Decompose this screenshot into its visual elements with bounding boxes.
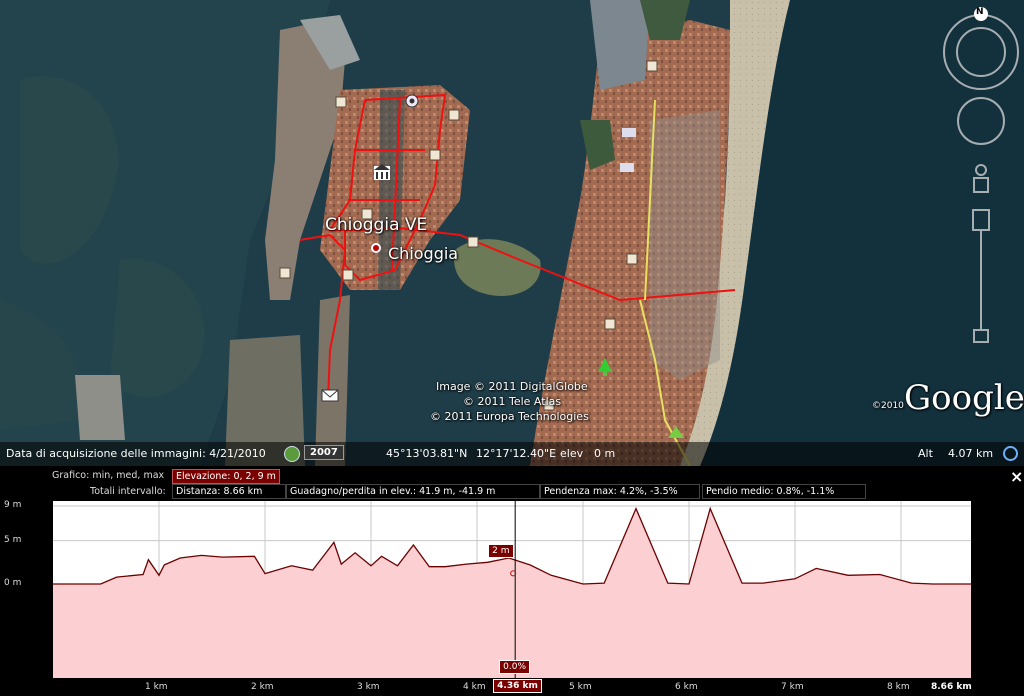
x-tick-label: 4 km <box>463 682 486 692</box>
cursor-distance-tag: 4.36 km <box>493 679 542 693</box>
elevation-label: elev <box>560 447 584 460</box>
copyright-2: © 2011 Tele Atlas <box>463 395 562 408</box>
elevation-profile-panel: Grafico: min, med, max Elevazione: 0, 2,… <box>0 466 1024 696</box>
y-tick-label: 5 m <box>4 534 22 545</box>
mail-icon <box>321 389 339 402</box>
cursor-elevation-tag: 2 m <box>488 544 514 559</box>
x-tick-label: 2 km <box>251 682 274 692</box>
x-tick-label: 8.66 km <box>931 682 972 692</box>
place-label-chioggia-ve[interactable]: Chioggia VE <box>325 215 427 235</box>
elevation-readout: 0 m <box>594 447 616 460</box>
cursor-slope-tag: 0.0% <box>499 660 531 674</box>
imagery-year[interactable]: 2007 <box>304 445 344 460</box>
x-tick-label: 1 km <box>145 682 168 692</box>
place-dot-icon <box>371 243 381 253</box>
x-tick-label: 3 km <box>357 682 380 692</box>
altitude-readout: 4.07 km <box>948 447 994 460</box>
museum-icon <box>374 164 390 180</box>
camera-icon <box>405 94 419 108</box>
y-tick-label: 0 m <box>4 578 22 588</box>
historical-imagery-icon[interactable] <box>284 446 300 462</box>
y-tick-label: 9 m <box>4 500 22 510</box>
altitude-label: Alt <box>918 447 933 460</box>
latitude-readout: 45°13'03.81"N <box>386 447 468 460</box>
longitude-readout: 12°17'12.40"E <box>476 447 557 460</box>
x-tick-label: 8 km <box>887 682 910 692</box>
status-bar: Data di acquisizione delle immagini: 4/2… <box>0 442 1024 466</box>
google-logo-year: ©2010 <box>872 401 904 411</box>
x-tick-label: 6 km <box>675 682 698 692</box>
x-tick-label: 5 km <box>569 682 592 692</box>
streaming-indicator-icon <box>1003 446 1018 461</box>
copyright-1: Image © 2011 DigitalGlobe <box>436 380 588 393</box>
x-tick-label: 7 km <box>781 682 804 692</box>
google-logo: Google <box>904 378 1024 418</box>
imagery-date: Data di acquisizione delle immagini: 4/2… <box>6 447 266 460</box>
compass-north-label[interactable]: N <box>976 7 984 17</box>
copyright-3: © 2011 Europa Technologies <box>430 410 589 423</box>
satellite-map-view[interactable]: Chioggia VE Chioggia Image © 2011 Digita… <box>0 0 1024 466</box>
place-label-chioggia[interactable]: Chioggia <box>388 244 458 263</box>
